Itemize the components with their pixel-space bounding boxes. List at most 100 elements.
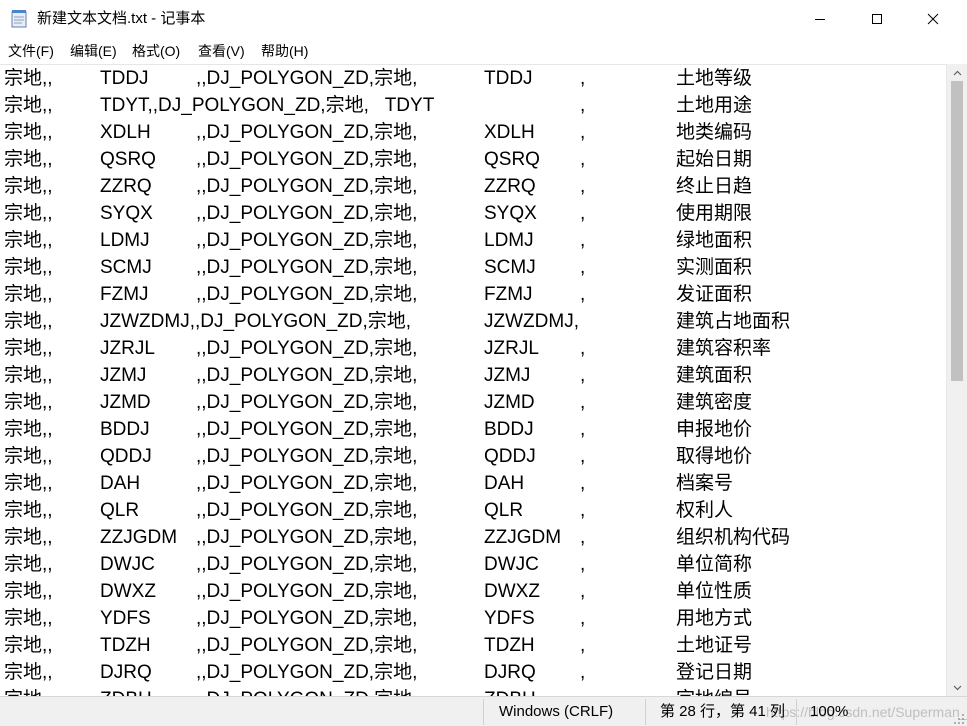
text-line-field: 宗地,, — [4, 446, 53, 467]
close-button[interactable] — [910, 0, 956, 38]
text-line-field: , — [580, 581, 586, 602]
text-line: 宗地,, JZWZDMJ,,DJ_POLYGON_ZD,宗地, JZWZDMJ, 建筑… — [0, 308, 946, 335]
text-line-field: ,,DJ_POLYGON_ZD,宗地, — [196, 176, 418, 197]
text-line: 宗地,, DJRQ ,,DJ_POLYGON_ZD,宗地, DJRQ, 登记日期 — [0, 659, 946, 686]
text-line-field: BDDJ — [100, 419, 150, 440]
text-line-field: 使用期限 — [676, 203, 753, 224]
text-line-field: 宗地,, — [4, 95, 53, 116]
text-line-field: ,,DJ_POLYGON_ZD,宗地, — [196, 203, 418, 224]
text-line-field: ,,DJ_POLYGON_ZD,宗地, — [196, 149, 418, 170]
text-line-field: QLR — [100, 500, 140, 521]
text-line-field: 宗地,, — [4, 581, 53, 602]
text-line-field: YDFS — [100, 608, 151, 629]
menu-file[interactable]: 文件(F) — [8, 38, 54, 64]
text-line-field: 宗地,, — [4, 365, 53, 386]
title-bar[interactable]: 新建文本文档.txt - 记事本 — [0, 0, 967, 38]
text-line: 宗地,, DWXZ ,,DJ_POLYGON_ZD,宗地, DWXZ, 单位性质 — [0, 578, 946, 605]
text-line-field: 宗地,, — [4, 203, 53, 224]
text-line-field: JZRJL — [484, 338, 539, 359]
text-line-field: DWJC — [100, 554, 155, 575]
text-line-field: ,,DJ_POLYGON_ZD,宗地, — [196, 554, 418, 575]
text-line-field: 宗地,, — [4, 500, 53, 521]
text-line-field: QDDJ — [484, 446, 536, 467]
text-line-field: XDLH — [100, 122, 151, 143]
text-line-field: QLR — [484, 500, 524, 521]
menu-view[interactable]: 查看(V) — [198, 38, 245, 64]
vertical-scrollbar[interactable] — [946, 64, 967, 696]
text-line-field: SCMJ — [484, 257, 536, 278]
text-line-field: BDDJ — [484, 419, 534, 440]
text-line-field: , — [580, 392, 586, 413]
menu-edit[interactable]: 编辑(E) — [70, 38, 117, 64]
maximize-icon — [872, 14, 882, 24]
text-line-field: 宗地,, — [4, 284, 53, 305]
text-editor-area[interactable]: 宗地,, TDDJ ,,DJ_POLYGON_ZD,宗地, TDDJ, 土地等级 宗地,,… — [0, 64, 946, 697]
text-line-field: , — [580, 149, 586, 170]
text-line-field: ,,DJ_POLYGON_ZD,宗地, — [196, 662, 418, 683]
status-zoom: 100% — [810, 703, 849, 720]
text-line-field: ZZJGDM — [100, 527, 178, 548]
scroll-thumb[interactable] — [951, 81, 963, 381]
text-line-field: DWXZ — [484, 581, 540, 602]
text-line-field: , — [580, 608, 586, 629]
text-line-field: , — [580, 662, 586, 683]
text-line: 宗地,, QLR ,,DJ_POLYGON_ZD,宗地, QLR, 权利人 — [0, 497, 946, 524]
text-line-field: 宗地,, — [4, 608, 53, 629]
text-line: 宗地,, LDMJ ,,DJ_POLYGON_ZD,宗地, LDMJ, 绿地面积 — [0, 227, 946, 254]
text-line: 宗地,, DAH ,,DJ_POLYGON_ZD,宗地, DAH, 档案号 — [0, 470, 946, 497]
minimize-button[interactable] — [797, 0, 843, 38]
text-line-field: ,,DJ_POLYGON_ZD,宗地, — [196, 608, 418, 629]
text-line-field: QDDJ — [100, 446, 152, 467]
notepad-window: 新建文本文档.txt - 记事本 文件(F) 编辑(E) 格式(O) 查看(V)… — [0, 0, 967, 726]
text-line-field: JZRJL — [100, 338, 155, 359]
text-line-field: 终止日趋 — [676, 176, 753, 197]
text-line-field: ZZRQ — [100, 176, 152, 197]
text-line-field: 土地证号 — [676, 635, 753, 656]
text-line-field: , — [580, 230, 586, 251]
text-line-field: SYQX — [484, 203, 537, 224]
text-line-field: XDLH — [484, 122, 535, 143]
text-line-field: ,,DJ_POLYGON_ZD,宗地, — [196, 230, 418, 251]
text-line-field: , — [580, 122, 586, 143]
text-line-field: ZZJGDM — [484, 527, 562, 548]
text-line-field: DAH — [100, 473, 141, 494]
text-line-field: , — [580, 95, 586, 116]
status-separator — [796, 699, 797, 725]
text-line-field: TDZH — [484, 635, 535, 656]
text-line-field: ,,DJ_POLYGON_ZD,宗地, — [196, 392, 418, 413]
text-line-field: 宗地,, — [4, 149, 53, 170]
text-line-field: , — [580, 176, 586, 197]
text-line-field: 宗地,, — [4, 122, 53, 143]
text-line-field: ,,DJ_POLYGON_ZD,宗地, — [196, 635, 418, 656]
text-line: 宗地,, DWJC ,,DJ_POLYGON_ZD,宗地, DWJC, 单位简称 — [0, 551, 946, 578]
text-line-field: , — [580, 500, 586, 521]
scroll-up-button[interactable] — [947, 64, 967, 81]
text-line: 宗地,, SCMJ ,,DJ_POLYGON_ZD,宗地, SCMJ, 实测面积 — [0, 254, 946, 281]
text-line-field: 宗地,, — [4, 419, 53, 440]
text-line-field: FZMJ — [100, 284, 149, 305]
text-line-field: ,,DJ_POLYGON_ZD,宗地, — [196, 473, 418, 494]
text-line-field: , — [580, 635, 586, 656]
text-line-field: 地类编码 — [676, 122, 753, 143]
scroll-down-button[interactable] — [947, 679, 967, 696]
text-line-field: , — [580, 284, 586, 305]
text-line-field: ,,DJ_POLYGON_ZD,宗地, — [196, 419, 418, 440]
menu-help[interactable]: 帮助(H) — [261, 38, 308, 64]
text-line: 宗地,, JZRJL ,,DJ_POLYGON_ZD,宗地, JZRJL, 建筑容积率 — [0, 335, 946, 362]
menu-bar: 文件(F) 编辑(E) 格式(O) 查看(V) 帮助(H) — [0, 38, 967, 64]
text-line-field: LDMJ — [484, 230, 534, 251]
text-line: 宗地,, XDLH ,,DJ_POLYGON_ZD,宗地, XDLH, 地类编码 — [0, 119, 946, 146]
maximize-button[interactable] — [854, 0, 900, 38]
resize-grip-icon[interactable] — [953, 713, 965, 725]
text-line-field: , — [580, 338, 586, 359]
text-line: 宗地,, ZZJGDM ,,DJ_POLYGON_ZD,宗地, ZZJGDM, 组织机构… — [0, 524, 946, 551]
text-line-field: 宗地,, — [4, 392, 53, 413]
text-line-field: ,,DJ_POLYGON_ZD,宗地, — [196, 257, 418, 278]
menu-format[interactable]: 格式(O) — [132, 38, 180, 64]
text-line-field: , — [580, 473, 586, 494]
text-line-field: QSRQ — [484, 149, 540, 170]
text-line-field: LDMJ — [100, 230, 150, 251]
text-line: 宗地,, ZZRQ ,,DJ_POLYGON_ZD,宗地, ZZRQ, 终止日趋 — [0, 173, 946, 200]
text-line-field: JZMJ — [100, 365, 147, 386]
text-line-field: ,,DJ_POLYGON_ZD,宗地, — [196, 284, 418, 305]
